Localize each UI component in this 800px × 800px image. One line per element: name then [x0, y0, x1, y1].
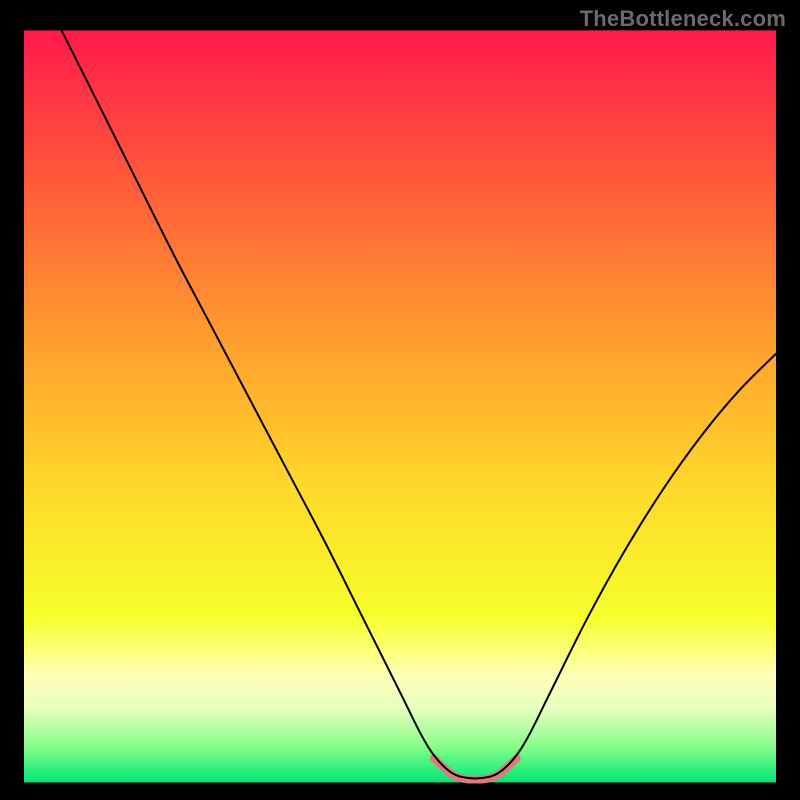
bottleneck-chart: [0, 0, 800, 800]
chart-container: TheBottleneck.com: [0, 0, 800, 800]
plot-background: [24, 30, 776, 782]
